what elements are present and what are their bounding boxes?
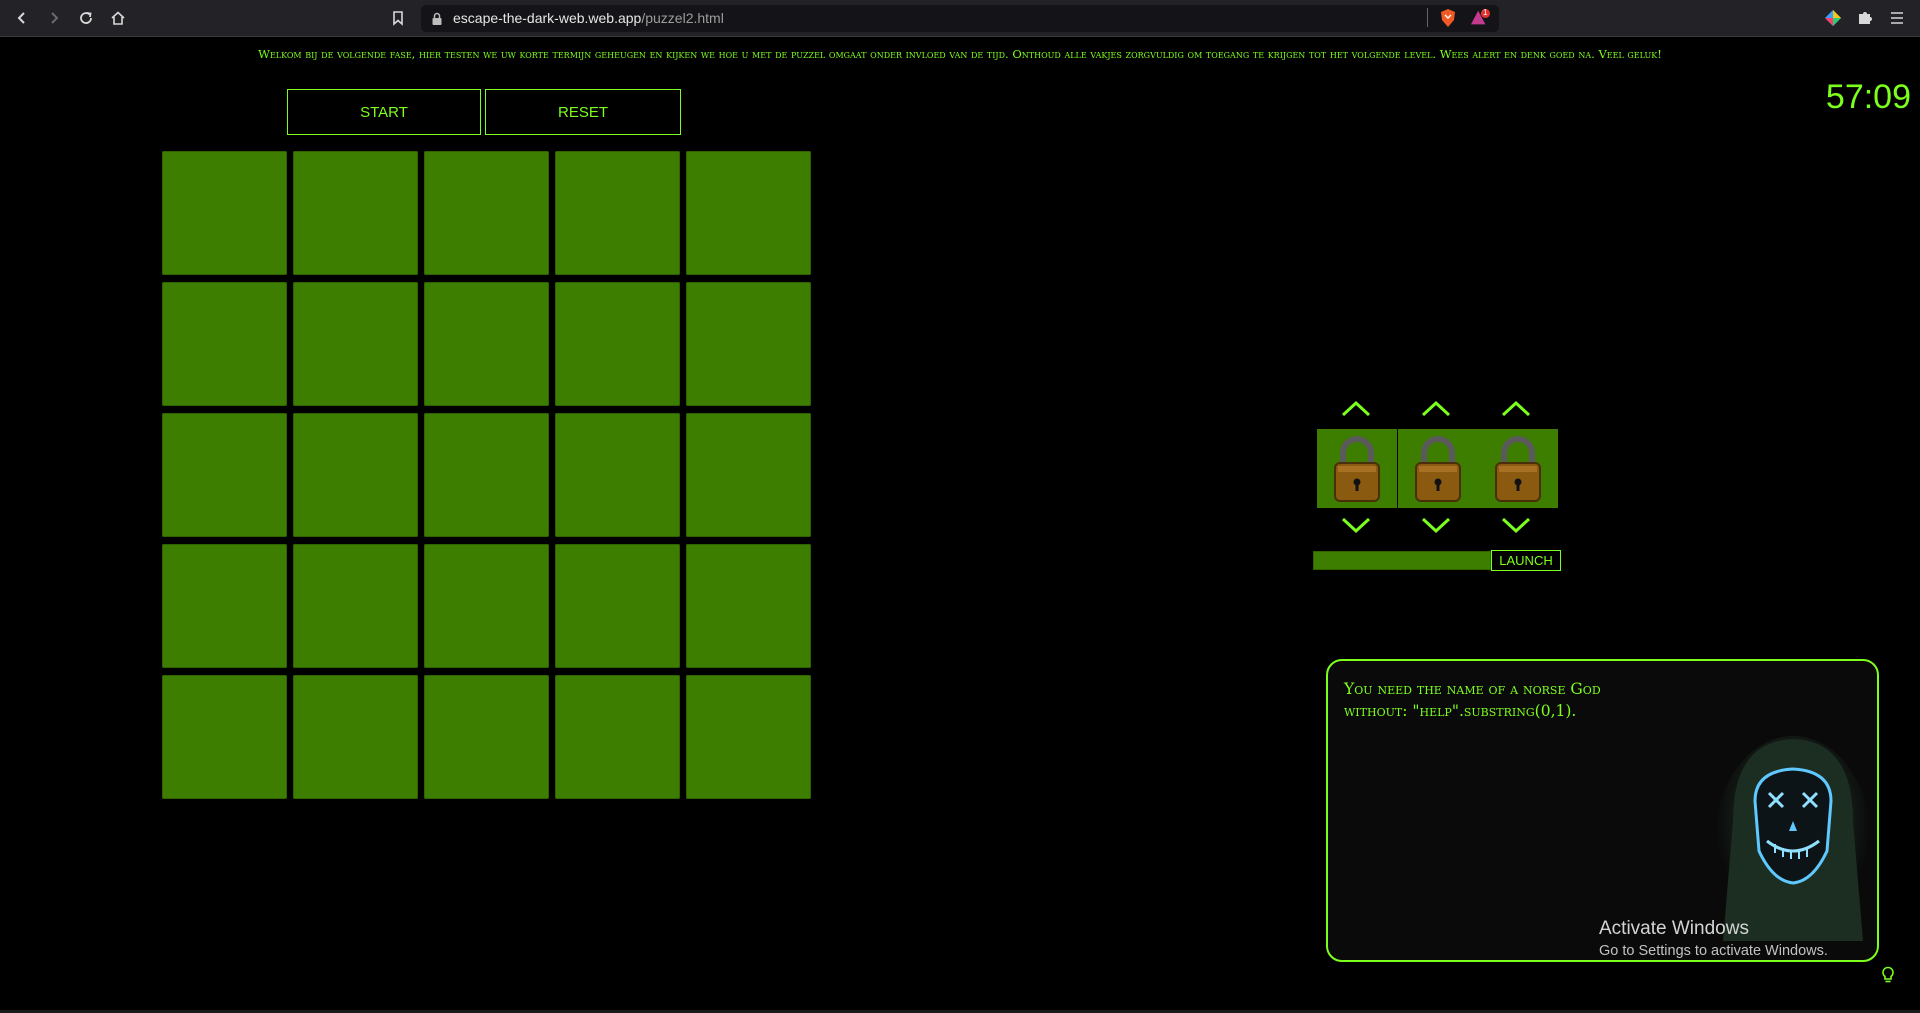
grid-tile[interactable] [555, 151, 680, 275]
lock-icon [427, 9, 447, 29]
padlock-icon [1334, 435, 1380, 502]
address-bar[interactable]: escape-the-dark-web.web.app/puzzel2.html [421, 5, 1499, 32]
brave-shield-icon[interactable] [1438, 8, 1458, 28]
padlock-icon [1495, 435, 1541, 502]
digit-1-up-icon[interactable] [1336, 398, 1376, 420]
home-icon[interactable] [106, 6, 130, 30]
grid-tile[interactable] [555, 544, 680, 668]
grid-tile[interactable] [686, 151, 811, 275]
reset-button[interactable]: RESET [485, 89, 681, 135]
grid-tile[interactable] [555, 413, 680, 537]
url-text: escape-the-dark-web.web.app/puzzel2.html [453, 10, 724, 26]
forward-icon[interactable] [42, 6, 66, 30]
grid-tile[interactable] [555, 675, 680, 799]
url-divider [1427, 8, 1428, 27]
digit-2-up-icon[interactable] [1416, 398, 1456, 420]
windows-activation-watermark: Activate Windows Go to Settings to activ… [1599, 918, 1828, 959]
grid-tile[interactable] [162, 544, 287, 668]
grid-tile[interactable] [424, 151, 549, 275]
grid-tile[interactable] [555, 282, 680, 406]
grid-tile[interactable] [424, 282, 549, 406]
menu-icon[interactable] [1887, 8, 1907, 28]
grid-tile[interactable] [686, 413, 811, 537]
hint-line-1: You need the name of a norse God [1344, 680, 1601, 698]
grid-tile[interactable] [162, 675, 287, 799]
hint-text: You need the name of a norse God without… [1344, 678, 1674, 722]
combination-lock: LAUNCH [1313, 398, 1563, 573]
grid-tile[interactable] [162, 151, 287, 275]
digit-2-down-icon[interactable] [1416, 514, 1456, 536]
url-domain: escape-the-dark-web.web.app [453, 10, 642, 26]
grid-tile[interactable] [686, 675, 811, 799]
rewards-badge: 1 [1483, 8, 1488, 17]
brave-rewards-icon[interactable]: 1 [1470, 8, 1490, 28]
color-extension-icon[interactable] [1823, 8, 1843, 28]
grid-tile[interactable] [293, 544, 418, 668]
lock-digit-1[interactable] [1317, 429, 1397, 508]
grid-tile[interactable] [424, 544, 549, 668]
grid-tile[interactable] [686, 544, 811, 668]
grid-tile[interactable] [162, 282, 287, 406]
padlock-icon [1415, 435, 1461, 502]
grid-tile[interactable] [162, 413, 287, 537]
memory-grid [162, 151, 811, 799]
grid-tile[interactable] [293, 413, 418, 537]
start-button[interactable]: START [287, 89, 481, 135]
countdown-timer: 57:09 [1825, 78, 1911, 116]
back-icon[interactable] [10, 6, 34, 30]
bookmark-icon[interactable] [386, 6, 410, 30]
intro-text: Welkom bij de volgende fase, hier testen… [258, 47, 1662, 61]
grid-tile[interactable] [293, 282, 418, 406]
hint-panel: You need the name of a norse God without… [1326, 659, 1879, 962]
digit-3-up-icon[interactable] [1496, 398, 1536, 420]
digit-3-down-icon[interactable] [1496, 514, 1536, 536]
watermark-title: Activate Windows [1599, 918, 1749, 939]
extensions-puzzle-icon[interactable] [1855, 8, 1875, 28]
reload-icon[interactable] [74, 6, 98, 30]
grid-tile[interactable] [686, 282, 811, 406]
lightbulb-icon[interactable] [1881, 966, 1895, 989]
grid-tile[interactable] [424, 675, 549, 799]
launch-button[interactable]: LAUNCH [1491, 550, 1561, 571]
lock-digit-2[interactable] [1398, 429, 1478, 508]
grid-tile[interactable] [293, 151, 418, 275]
grid-tile[interactable] [424, 413, 549, 537]
url-path: /puzzel2.html [641, 10, 724, 26]
lock-digit-3[interactable] [1478, 429, 1558, 508]
digit-1-down-icon[interactable] [1336, 514, 1376, 536]
grid-tile[interactable] [293, 675, 418, 799]
watermark-subtitle: Go to Settings to activate Windows. [1599, 943, 1828, 959]
code-input[interactable] [1313, 551, 1491, 570]
browser-toolbar: escape-the-dark-web.web.app/puzzel2.html… [0, 0, 1920, 37]
hint-line-2: without: "help".substring(0,1). [1344, 702, 1577, 720]
